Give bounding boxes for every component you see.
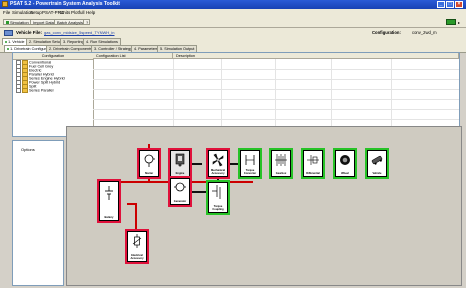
- vehicle-block[interactable]: Vehicle: [365, 148, 389, 179]
- close-button[interactable]: ×: [455, 1, 463, 8]
- grid-line: [93, 69, 459, 70]
- block-label: Differential: [306, 172, 320, 175]
- generator-block[interactable]: Generator: [168, 176, 192, 207]
- help-icon[interactable]: ?: [83, 19, 90, 25]
- gearbox-block[interactable]: Gearbox: [269, 148, 293, 179]
- grid-line: [391, 59, 392, 136]
- menu-help[interactable]: Help: [86, 10, 95, 15]
- vehicle-file-label: Vehicle File:: [16, 30, 43, 35]
- block-label: Engine: [175, 172, 185, 175]
- engine-icon: [175, 153, 185, 167]
- wheel-block[interactable]: Wheel: [333, 148, 357, 179]
- block-label: Wheel: [341, 172, 349, 175]
- tree-item-series-parallel[interactable]: Series Parallel: [16, 88, 53, 93]
- tab-run-simulations[interactable]: 4. Run Simulations: [83, 38, 121, 45]
- minimize-button[interactable]: _: [437, 1, 445, 8]
- mechanical-accessory-block[interactable]: Mechanical Accessory: [206, 148, 230, 179]
- block-label: Starter: [144, 172, 154, 175]
- torque-coupling-block[interactable]: Torque Coupling: [206, 180, 230, 215]
- torque-coupling-icon: [212, 185, 221, 199]
- grid-line: [93, 99, 459, 100]
- drivetrain-diagram: Starter Engine Mechanical Accessory Torq…: [66, 126, 462, 286]
- block-label: Mechanical Accessory: [211, 169, 225, 175]
- options-panel: Options: [12, 140, 64, 286]
- vehicle-file-link[interactable]: gas_conv_midsize_5speed_TYNWH_in: [44, 30, 114, 35]
- grid-line: [93, 89, 459, 90]
- configuration-panel: Configuration Configuration List Descrip…: [12, 52, 460, 137]
- power-link: [117, 181, 148, 183]
- electrical-accessory-block[interactable]: Electrical Accessory: [125, 229, 149, 264]
- configuration-label: Configuration:: [372, 30, 401, 35]
- power-link: [148, 181, 253, 183]
- vehicle-icon: [371, 155, 383, 165]
- generator-icon: [174, 182, 186, 192]
- col-description[interactable]: Description: [173, 53, 459, 59]
- motor-icon: [144, 154, 155, 167]
- grid-line: [173, 59, 174, 136]
- main-tabs: 1. Vehicle 2. Simulation Setup 3. Report…: [0, 38, 466, 45]
- wheel-icon: [340, 155, 350, 165]
- car-icon: [4, 30, 13, 36]
- differential-block[interactable]: Differential: [301, 148, 325, 179]
- batch-analysis-button[interactable]: Batch Analysis: [54, 19, 87, 25]
- torque-converter-icon: [245, 155, 255, 165]
- title-bar: PSAT 5.2 - Powertrain System Analysis To…: [0, 0, 466, 9]
- expand-icon[interactable]: [16, 88, 21, 93]
- options-label: Options: [21, 147, 35, 152]
- tab-vehicle[interactable]: 1. Vehicle: [2, 38, 28, 45]
- battery-block[interactable]: Battery: [97, 179, 121, 223]
- mech-link: [190, 191, 208, 193]
- toolbar: Simulation Import Data Batch Analysis ? …: [0, 17, 466, 28]
- engine-block[interactable]: Engine: [168, 148, 192, 179]
- status-dot-icon: [5, 41, 7, 43]
- menu-arrow-icon[interactable]: ▸: [458, 20, 460, 25]
- configuration-tree: Conventional Fuel Cell Grey Electric Par…: [13, 59, 94, 136]
- resistor-icon: [132, 234, 142, 248]
- block-label: Torque Converter: [243, 169, 257, 175]
- grid-line: [275, 59, 276, 136]
- mech-link: [190, 163, 202, 165]
- grid-line: [331, 59, 332, 136]
- block-label: Battery: [104, 216, 114, 219]
- menu-setup[interactable]: Setup: [30, 10, 42, 15]
- grid-line: [93, 79, 459, 80]
- grid-line: [93, 119, 459, 120]
- block-label: Gearbox: [275, 172, 287, 175]
- menu-units[interactable]: Units: [60, 10, 70, 15]
- window-title: PSAT 5.2 - Powertrain System Analysis To…: [10, 1, 120, 7]
- status-dot-icon: [7, 48, 9, 50]
- block-label: Torque Coupling: [212, 205, 224, 211]
- starter-block[interactable]: Starter: [137, 148, 161, 179]
- block-label: Generator: [173, 200, 187, 203]
- simulation-button[interactable]: Simulation: [3, 19, 32, 25]
- play-icon: [6, 21, 9, 25]
- differential-icon: [307, 155, 319, 165]
- tab-drivetrain-components[interactable]: 2. Drivetrain Components: [46, 45, 96, 52]
- battery-icon: [105, 186, 113, 200]
- tab-controller-strategy[interactable]: 3. Controller / Strategy: [91, 45, 135, 52]
- go-icon[interactable]: [446, 19, 456, 25]
- menu-plotfull[interactable]: Plotfull: [71, 10, 85, 15]
- col-configuration-list[interactable]: Configuration List: [93, 53, 173, 59]
- import-data-button[interactable]: Import Data: [30, 19, 57, 25]
- folder-icon: [22, 88, 28, 93]
- block-label: Electrical Accessory: [130, 254, 144, 260]
- configuration-value: conv_2wd_m: [412, 30, 437, 35]
- fan-icon: [212, 153, 224, 167]
- maximize-button[interactable]: □: [446, 1, 454, 8]
- grid-line: [93, 109, 459, 110]
- torque-converter-block[interactable]: Torque Converter: [238, 148, 262, 179]
- menu-file[interactable]: File: [3, 10, 10, 15]
- gearbox-icon: [275, 154, 287, 166]
- tab-simulation-output[interactable]: 5. Simulation Output: [157, 45, 198, 52]
- grid-line: [221, 59, 222, 136]
- block-label: Vehicle: [372, 172, 382, 175]
- app-icon: [2, 1, 8, 7]
